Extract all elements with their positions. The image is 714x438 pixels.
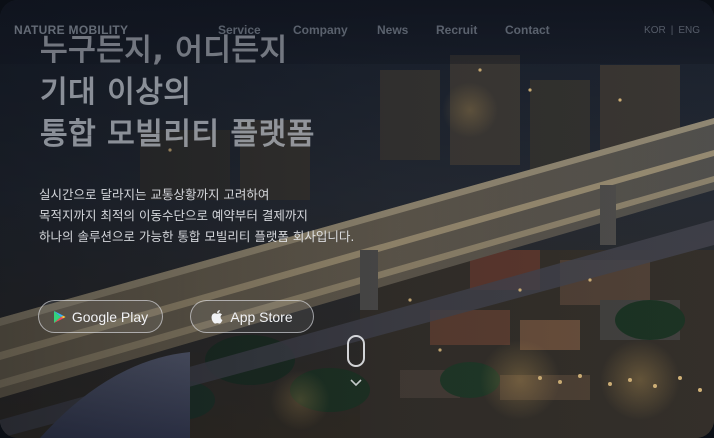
nav-item-recruit[interactable]: Recruit	[436, 23, 477, 37]
lang-separator: |	[670, 25, 674, 36]
google-play-icon	[53, 310, 66, 324]
headline-line-2: 기대 이상의	[40, 75, 192, 110]
apple-icon	[211, 309, 224, 324]
nav-item-contact[interactable]: Contact	[505, 23, 550, 37]
chevron-down-icon	[350, 372, 362, 391]
description-line-2: 목적지까지 최적의 이동수단으로 예약부터 결제까지	[39, 208, 308, 223]
headline-line-3: 통합 모빌리티 플랫폼	[40, 117, 315, 152]
lang-eng[interactable]: ENG	[678, 25, 700, 36]
hero-section: NATURE MOBILITY Service Company News Rec…	[0, 0, 714, 438]
description-line-1: 실시간으로 달라지는 교통상황까지 고려하여	[39, 187, 270, 202]
app-store-button[interactable]: App Store	[190, 300, 314, 333]
app-store-label: App Store	[230, 308, 293, 325]
google-play-button[interactable]: Google Play	[38, 300, 163, 333]
headline-line-1: 누구든지, 어디든지	[40, 33, 288, 68]
description-line-3: 하나의 솔루션으로 가능한 통합 모빌리티 플랫폼 회사입니다.	[39, 229, 355, 244]
hero-headline: 누구든지, 어디든지 기대 이상의 통합 모빌리티 플랫폼	[40, 30, 315, 156]
mouse-scroll-icon[interactable]	[347, 335, 365, 367]
google-play-label: Google Play	[71, 308, 149, 325]
hero-description: 실시간으로 달라지는 교통상황까지 고려하여 목적지까지 최적의 이동수단으로 …	[39, 184, 354, 247]
lang-kor[interactable]: KOR	[644, 25, 666, 36]
language-switcher: KOR | ENG	[644, 25, 700, 36]
nav-item-news[interactable]: News	[377, 23, 408, 37]
